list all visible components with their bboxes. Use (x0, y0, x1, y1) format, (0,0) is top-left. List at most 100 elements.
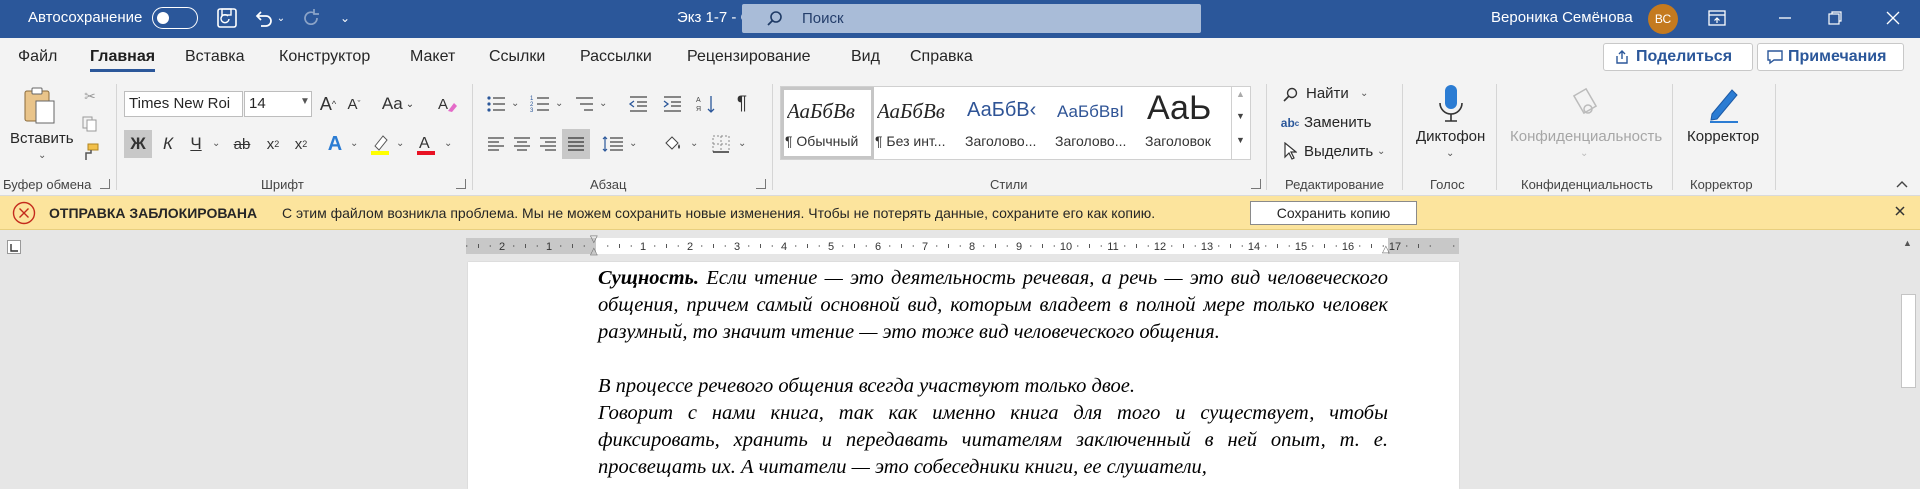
sort-icon[interactable]: AЯ (694, 92, 718, 116)
borders-dropdown-icon[interactable]: ⌄ (738, 138, 746, 149)
increase-indent-icon[interactable] (660, 92, 684, 116)
style-heading-2[interactable]: АаБбВвI Заголово... (1051, 87, 1144, 159)
numbering-icon[interactable]: 123 (528, 92, 552, 116)
line-spacing-icon[interactable] (600, 131, 626, 157)
italic-button[interactable]: К (154, 130, 182, 158)
tab-help[interactable]: Справка (910, 38, 973, 76)
change-case-button[interactable]: Aa ⌄ (378, 91, 418, 117)
styles-launcher-icon[interactable] (1251, 179, 1261, 189)
paste-dropdown-icon[interactable]: ⌄ (38, 150, 46, 161)
shading-dropdown-icon[interactable]: ⌄ (690, 138, 698, 149)
dictate-dropdown-icon[interactable]: ⌄ (1446, 148, 1454, 159)
hanging-indent-marker[interactable]: △ (590, 246, 598, 257)
share-button[interactable]: Поделиться (1603, 43, 1753, 71)
shading-icon[interactable] (660, 131, 686, 157)
save-icon[interactable] (214, 5, 240, 31)
style-heading-1[interactable]: АаБбВ‹ Заголово... (961, 87, 1054, 159)
avatar[interactable]: ВС (1648, 4, 1678, 34)
tab-mailings[interactable]: Рассылки (580, 38, 652, 76)
clear-formatting-icon[interactable]: A (434, 91, 460, 117)
bold-button[interactable]: Ж (124, 130, 152, 158)
replace-icon[interactable]: ab c (1280, 114, 1300, 132)
scroll-up-icon[interactable]: ▲ (1903, 238, 1912, 248)
tab-review[interactable]: Рецензирование (687, 38, 811, 76)
styles-more-icon[interactable]: ▼ (1236, 135, 1245, 145)
horizontal-ruler[interactable]: 3211234567891011121314151617 ▽ △ △ (466, 234, 1459, 257)
find-dropdown-icon[interactable]: ⌄ (1360, 88, 1368, 99)
tab-layout[interactable]: Макет (410, 38, 455, 76)
subscript-button[interactable]: x2 (260, 130, 286, 158)
restore-icon[interactable] (1822, 5, 1848, 31)
tab-design[interactable]: Конструктор (279, 38, 370, 76)
font-size-dropdown-icon[interactable]: ▼ (300, 96, 310, 107)
style-normal[interactable]: АаБбВв ¶ Обычный (781, 87, 874, 159)
microphone-icon[interactable] (1433, 82, 1469, 126)
highlight-icon[interactable] (366, 130, 394, 158)
tab-selector-icon[interactable] (7, 240, 21, 254)
tab-insert[interactable]: Вставка (185, 38, 244, 76)
font-color-dropdown-icon[interactable]: ⌄ (444, 138, 452, 149)
paragraph-launcher-icon[interactable] (756, 179, 766, 189)
highlight-dropdown-icon[interactable]: ⌄ (396, 138, 404, 149)
select-dropdown-icon[interactable]: ⌄ (1377, 146, 1385, 157)
user-name[interactable]: Вероника Семёнова (1491, 0, 1633, 38)
document-page[interactable]: Сущность. Если чтение — это деятельность… (468, 262, 1459, 489)
font-launcher-icon[interactable] (456, 179, 466, 189)
tab-home[interactable]: Главная (90, 38, 156, 76)
show-marks-icon[interactable]: ¶ (730, 92, 754, 116)
bullets-dropdown-icon[interactable]: ⌄ (511, 98, 519, 109)
multilevel-dropdown-icon[interactable]: ⌄ (599, 98, 607, 109)
paragraph-3[interactable]: Говорит с нами книга, так как именно кни… (598, 400, 1388, 481)
align-left-icon[interactable] (484, 131, 508, 157)
align-center-icon[interactable] (510, 131, 534, 157)
borders-icon[interactable] (708, 131, 734, 157)
scroll-thumb[interactable] (1901, 294, 1916, 388)
underline-button[interactable]: Ч (184, 130, 208, 158)
save-copy-button[interactable]: Сохранить копию (1250, 201, 1417, 225)
tab-file[interactable]: Файл (18, 38, 57, 76)
copy-icon[interactable] (80, 114, 100, 134)
grow-font-icon[interactable]: A ^ (316, 91, 340, 117)
editor-label[interactable]: Корректор (1687, 128, 1759, 145)
select-icon[interactable] (1282, 142, 1298, 160)
replace-label[interactable]: Заменить (1304, 114, 1371, 131)
editor-pen-icon[interactable] (1704, 82, 1744, 126)
find-label[interactable]: Найти (1306, 85, 1349, 102)
search-input[interactable]: Поиск (742, 4, 1201, 33)
styles-down-icon[interactable]: ▼ (1236, 111, 1245, 121)
line-spacing-dropdown-icon[interactable]: ⌄ (629, 138, 637, 149)
ribbon-display-icon[interactable] (1704, 5, 1730, 31)
find-icon[interactable] (1282, 86, 1300, 104)
dictate-label[interactable]: Диктофон (1416, 128, 1485, 145)
font-color-icon[interactable]: A (412, 130, 440, 158)
tab-references[interactable]: Ссылки (489, 38, 545, 76)
paragraph-1[interactable]: Сущность. Если чтение — это деятельность… (598, 265, 1388, 346)
right-indent-marker[interactable]: △ (1382, 244, 1390, 255)
undo-icon[interactable] (250, 5, 276, 31)
comments-button[interactable]: Примечания (1757, 43, 1904, 71)
collapse-ribbon-icon[interactable] (1894, 176, 1910, 192)
undo-dropdown-icon[interactable]: ⌄ (274, 5, 288, 31)
font-name-combo[interactable]: Times New Roi (124, 91, 243, 117)
select-label[interactable]: Выделить (1304, 143, 1373, 160)
numbering-dropdown-icon[interactable]: ⌄ (555, 98, 563, 109)
banner-close-icon[interactable] (1893, 204, 1909, 220)
vertical-scrollbar[interactable]: ▲ (1897, 234, 1920, 489)
align-right-icon[interactable] (536, 131, 560, 157)
style-no-spacing[interactable]: АаБбВв ¶ Без инт... (871, 87, 964, 159)
decrease-indent-icon[interactable] (626, 92, 650, 116)
justify-icon[interactable] (562, 129, 590, 159)
underline-dropdown-icon[interactable]: ⌄ (212, 138, 220, 149)
paste-icon[interactable] (18, 84, 58, 128)
multilevel-list-icon[interactable] (572, 92, 596, 116)
text-effects-dropdown-icon[interactable]: ⌄ (350, 138, 358, 149)
autosave-toggle[interactable] (152, 7, 198, 29)
superscript-button[interactable]: x2 (288, 130, 314, 158)
tab-view[interactable]: Вид (851, 38, 880, 76)
strikethrough-button[interactable]: ab (228, 130, 256, 158)
first-line-indent-marker[interactable]: ▽ (590, 234, 598, 245)
shrink-font-icon[interactable]: Aˇ (342, 91, 366, 117)
paragraph-2[interactable]: В процессе речевого общения всегда участ… (598, 373, 1388, 400)
paste-label[interactable]: Вставить (10, 130, 74, 147)
format-painter-icon[interactable] (80, 142, 100, 162)
